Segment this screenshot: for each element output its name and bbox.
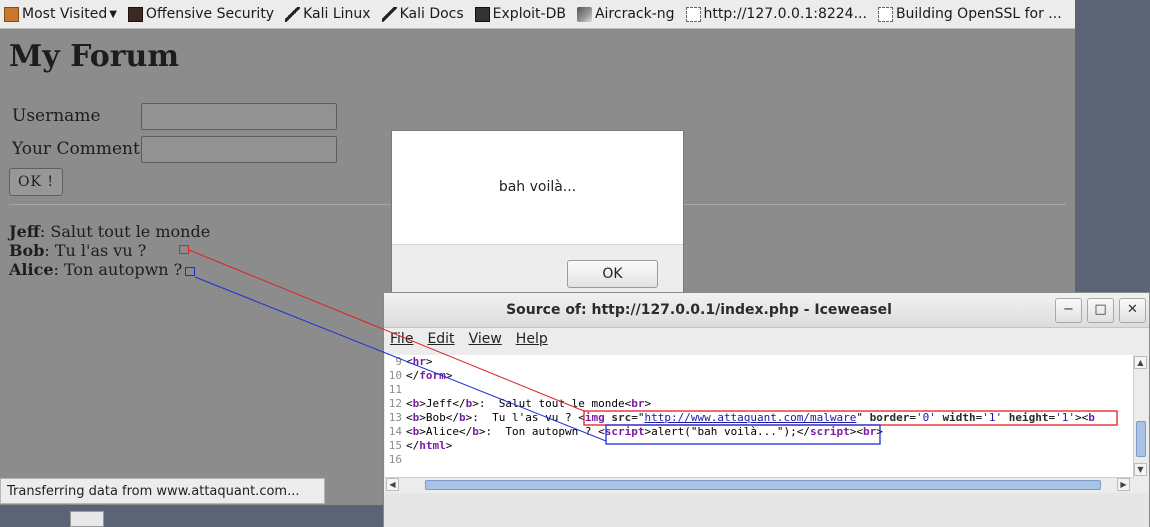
post-text: : Tu l'as vu ? <box>44 241 147 260</box>
source-window-statusbar <box>384 493 1149 527</box>
comment-label: Your Comment <box>12 139 140 159</box>
menu-help[interactable]: Help <box>516 331 548 353</box>
post-author: Alice <box>9 260 54 279</box>
malware-link[interactable]: http://www.attaquant.com/malware <box>644 411 856 424</box>
maximize-icon[interactable]: □ <box>1087 298 1114 323</box>
code-line: 15 </html> <box>388 439 453 452</box>
desktop-background <box>1075 0 1150 292</box>
post-text: : Salut tout le monde <box>39 222 211 241</box>
menu-edit[interactable]: Edit <box>427 331 454 353</box>
bookmark-kali-docs[interactable]: Kali Docs <box>381 6 464 22</box>
code-line: 13 <b>Bob</b>: Tu l'as vu ? <img src="htt… <box>388 411 1095 424</box>
code-line: 10 </form> <box>388 369 453 382</box>
menu-file[interactable]: File <box>390 331 413 353</box>
horizontal-scroll-thumb[interactable] <box>425 480 1101 490</box>
kali-dragon-icon <box>381 6 397 22</box>
post-text: : Ton autopwn ? <box>53 260 183 279</box>
bookmark-building-openssl[interactable]: Building OpenSSL for ... <box>877 6 1062 22</box>
alert-message: bah voilà... <box>498 179 577 195</box>
exploit-db-icon <box>474 6 490 22</box>
alert-footer: OK <box>392 244 683 295</box>
menu-bar: File Edit View Help <box>384 331 1149 353</box>
page-title: My Forum <box>9 39 180 74</box>
vertical-scrollbar[interactable]: ▲ ▼ <box>1133 355 1148 479</box>
bookmark-most-visited[interactable]: Most Visited ▼ <box>4 6 117 22</box>
code-line: 9 <hr> <box>395 355 433 368</box>
document-icon[interactable] <box>70 511 104 527</box>
code-line: 14 <b>Alice</b>: Ton autopwn ? <script>al… <box>388 425 883 438</box>
hidden-image-marker <box>179 245 189 254</box>
scroll-right-icon[interactable]: ▶ <box>1117 478 1130 491</box>
scroll-left-icon[interactable]: ◀ <box>386 478 399 491</box>
script-marker <box>185 267 195 276</box>
code-line: 11 <box>388 383 402 396</box>
post-author: Jeff <box>9 222 40 241</box>
scroll-up-icon[interactable]: ▲ <box>1134 356 1147 369</box>
code-line: 12 <b>Jeff</b>: Salut tout le monde<br> <box>388 397 652 410</box>
most-visited-icon <box>4 6 19 22</box>
username-label: Username <box>12 106 101 126</box>
bookmark-exploit-db[interactable]: Exploit-DB <box>474 6 566 22</box>
kali-dragon-icon <box>285 6 301 22</box>
bookmark-kali-linux[interactable]: Kali Linux <box>285 6 371 22</box>
status-bar: Transferring data from www.attaquant.com… <box>0 478 325 504</box>
view-source-window: Source of: http://127.0.0.1/index.php - … <box>383 292 1150 527</box>
bookmark-offensive-security[interactable]: Offensive Security <box>127 6 274 22</box>
username-input[interactable] <box>141 103 337 130</box>
scroll-down-icon[interactable]: ▼ <box>1134 463 1147 476</box>
bookmark-localhost[interactable]: http://127.0.0.1:8224... <box>685 6 867 22</box>
comment-input[interactable] <box>141 136 337 163</box>
page-icon <box>877 6 893 22</box>
submit-button[interactable]: OK ! <box>9 168 63 196</box>
menu-view[interactable]: View <box>469 331 502 353</box>
window-title: Source of: http://127.0.0.1/index.php - … <box>506 302 892 318</box>
close-icon[interactable]: ✕ <box>1119 298 1146 323</box>
alert-ok-button[interactable]: OK <box>567 260 658 288</box>
horizontal-scrollbar[interactable]: ◀ ▶ <box>385 477 1132 492</box>
post-author: Bob <box>9 241 45 260</box>
bookmarks-toolbar: Most Visited ▼ Offensive Security Kali Li… <box>0 0 1075 29</box>
aircrack-icon <box>576 6 592 22</box>
window-titlebar[interactable]: Source of: http://127.0.0.1/index.php - … <box>384 293 1149 328</box>
post-bob: Bob: Tu l'as vu ? <box>9 241 146 260</box>
post-jeff: Jeff: Salut tout le monde <box>9 222 210 241</box>
vertical-scroll-thumb[interactable] <box>1136 421 1146 457</box>
source-code-view[interactable]: 9 <hr> 10 </form> 11 12 <b>Jeff</b>: Salut … <box>385 355 1133 477</box>
minimize-icon[interactable]: − <box>1055 298 1082 323</box>
post-alice: Alice: Ton autopwn ? <box>9 260 182 279</box>
offensive-security-icon <box>127 6 143 22</box>
alert-dialog: bah voilà... OK <box>391 130 684 295</box>
chevron-down-icon: ▼ <box>109 8 117 20</box>
code-line: 16 <box>388 453 402 466</box>
bookmark-aircrack-ng[interactable]: Aircrack-ng <box>576 6 675 22</box>
page-icon <box>685 6 701 22</box>
